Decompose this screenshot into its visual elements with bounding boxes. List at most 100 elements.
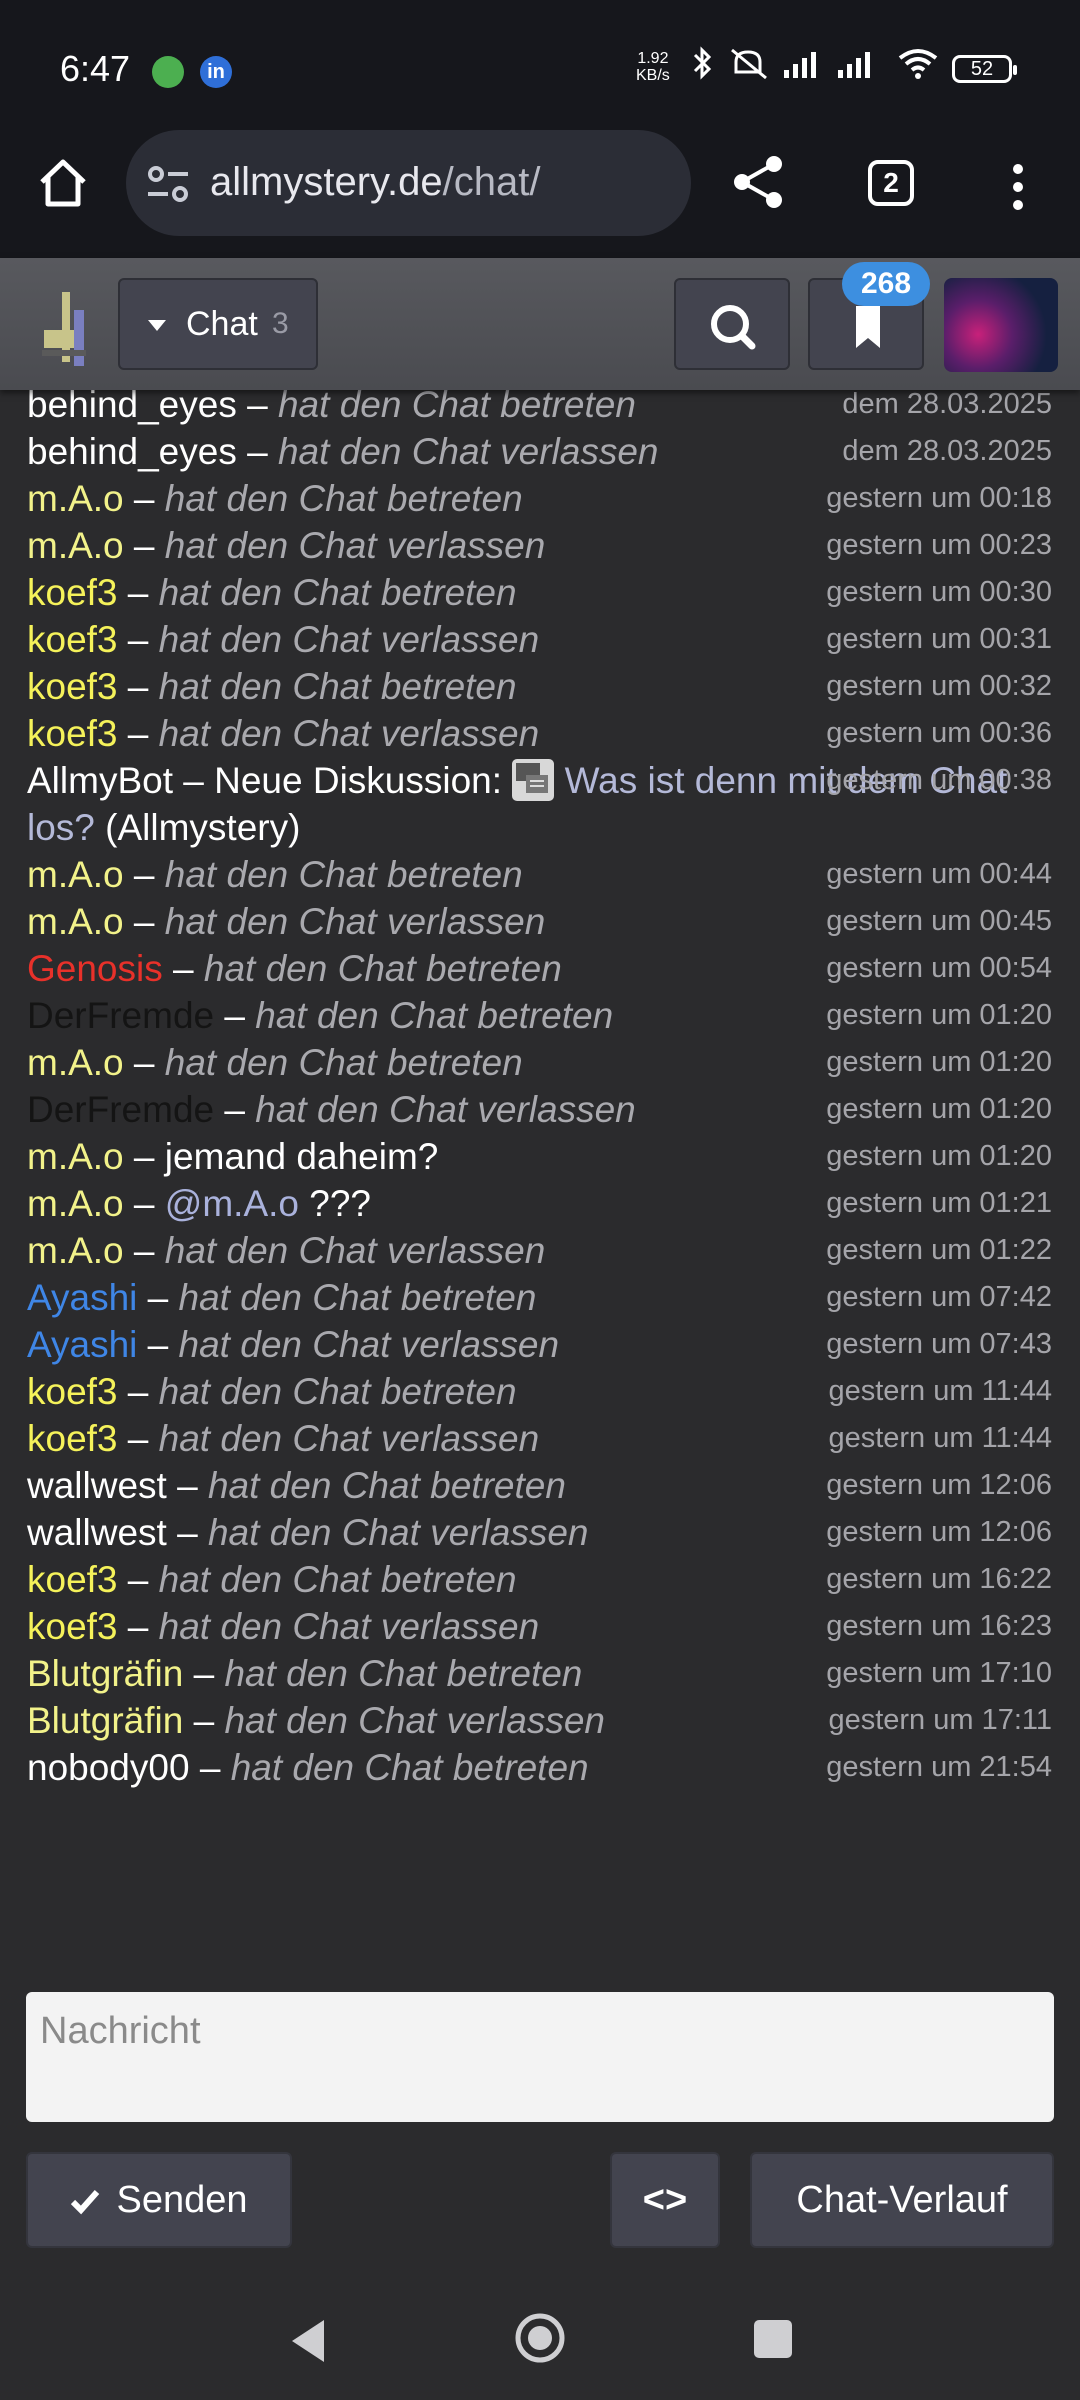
chat-action-text: hat den Chat betreten — [224, 1653, 583, 1694]
site-settings-icon[interactable] — [146, 164, 190, 204]
chat-message-text: jemand daheim? — [164, 1136, 439, 1177]
message-timestamp: dem 28.03.2025 — [842, 435, 1052, 467]
chat-username[interactable]: koef3 — [27, 1606, 118, 1647]
chat-username[interactable]: koef3 — [27, 1371, 118, 1412]
chat-dropdown[interactable]: Chat 3 — [118, 278, 318, 370]
chat-username[interactable]: nobody00 — [27, 1747, 190, 1788]
code-button[interactable]: <> — [610, 2152, 720, 2248]
message-timestamp: gestern um 00:18 — [826, 482, 1052, 514]
chat-action-text: hat den Chat verlassen — [164, 1230, 546, 1271]
separator: – — [123, 854, 165, 895]
chat-username[interactable]: m.A.o — [27, 1136, 124, 1177]
chat-username[interactable]: m.A.o — [27, 854, 124, 895]
message-timestamp: gestern um 07:43 — [826, 1328, 1052, 1360]
chat-username[interactable]: Blutgräfin — [27, 1700, 183, 1741]
chat-username[interactable]: koef3 — [27, 619, 118, 660]
chat-message: nobody00 – hat den Chat betreten gestern … — [27, 1744, 1057, 1791]
message-timestamp: gestern um 07:42 — [826, 1281, 1052, 1313]
chat-username[interactable]: DerFremde — [27, 1089, 214, 1130]
chat-username[interactable]: Ayashi — [27, 1277, 137, 1318]
chat-message: koef3 – hat den Chat verlassen gestern um… — [27, 710, 1057, 757]
chat-action-text: hat den Chat betreten — [164, 1042, 523, 1083]
chat-username[interactable]: koef3 — [27, 1559, 118, 1600]
chat-username[interactable]: wallwest — [27, 1512, 167, 1553]
recents-icon[interactable] — [754, 2320, 792, 2358]
chat-username[interactable]: DerFremde — [27, 995, 214, 1036]
chat-username[interactable]: m.A.o — [27, 1183, 124, 1224]
message-timestamp: gestern um 21:54 — [826, 1751, 1052, 1783]
separator: – — [117, 1418, 159, 1459]
chat-username[interactable]: behind_eyes — [27, 431, 237, 472]
chat-action-text: hat den Chat betreten — [158, 1371, 517, 1412]
chat-username[interactable]: wallwest — [27, 1465, 167, 1506]
back-icon[interactable] — [288, 2318, 328, 2364]
mute-icon — [731, 48, 767, 80]
chat-message: Blutgräfin – hat den Chat betreten gester… — [27, 1650, 1057, 1697]
chat-action-text: hat den Chat betreten — [158, 1559, 517, 1600]
send-button[interactable]: Senden — [26, 2152, 292, 2248]
chat-message: koef3 – hat den Chat verlassen gestern um… — [27, 1415, 1057, 1462]
chat-username[interactable]: m.A.o — [27, 478, 124, 519]
chat-username[interactable]: Ayashi — [27, 1324, 137, 1365]
wifi-icon — [898, 49, 938, 79]
chat-dropdown-label: Chat — [186, 305, 258, 343]
message-input[interactable] — [26, 1992, 1054, 2122]
chat-history-button[interactable]: Chat-Verlauf — [750, 2152, 1054, 2248]
separator: – — [214, 1089, 256, 1130]
more-options-icon[interactable] — [1006, 164, 1030, 210]
chat-message: m.A.o – hat den Chat betreten gestern um … — [27, 1039, 1057, 1086]
separator: – — [117, 1371, 159, 1412]
browser-toolbar: allmystery.de/chat/ 2 — [0, 130, 1080, 258]
site-header: Chat 3 268 — [0, 258, 1080, 390]
chat-username[interactable]: AllmyBot — [27, 760, 173, 801]
chat-username[interactable]: m.A.o — [27, 1230, 124, 1271]
chat-username[interactable]: Blutgräfin — [27, 1653, 183, 1694]
chat-message: m.A.o – hat den Chat betreten gestern um … — [27, 475, 1057, 522]
message-timestamp: gestern um 17:10 — [826, 1657, 1052, 1689]
search-button[interactable] — [674, 278, 790, 370]
chat-username[interactable]: m.A.o — [27, 525, 124, 566]
chat-action-text: hat den Chat betreten — [255, 995, 614, 1036]
message-timestamp: gestern um 00:45 — [826, 905, 1052, 937]
chat-username[interactable]: koef3 — [27, 1418, 118, 1459]
chat-username[interactable]: behind_eyes — [27, 384, 237, 425]
message-timestamp: gestern um 00:30 — [826, 576, 1052, 608]
separator: – — [117, 572, 159, 613]
chat-action-text: hat den Chat verlassen — [224, 1700, 605, 1741]
chat-username[interactable]: m.A.o — [27, 1042, 124, 1083]
home-nav-icon[interactable] — [514, 2312, 566, 2364]
network-speed-value: 1.92 — [637, 50, 669, 67]
user-avatar[interactable] — [944, 278, 1058, 372]
tab-switcher-button[interactable]: 2 — [868, 160, 914, 206]
chat-message: koef3 – hat den Chat betreten gestern um … — [27, 1368, 1057, 1415]
chat-username[interactable]: koef3 — [27, 666, 118, 707]
chat-action-text: hat den Chat verlassen — [158, 1418, 540, 1459]
bluetooth-icon — [693, 46, 712, 80]
check-icon — [71, 2190, 100, 2215]
separator: – — [117, 1559, 159, 1600]
separator: – — [166, 1465, 208, 1506]
chat-username[interactable]: m.A.o — [27, 901, 124, 942]
url-text[interactable]: allmystery.de/chat/ — [210, 160, 541, 205]
separator: – — [123, 1230, 165, 1271]
separator: – — [123, 901, 165, 942]
separator: – — [189, 1747, 231, 1788]
message-timestamp: gestern um 00:32 — [826, 670, 1052, 702]
status-bar: 6:47 in 1.92 KB/s 52 — [0, 0, 1080, 130]
chat-message: behind_eyes – hat den Chat verlassen dem … — [27, 428, 1057, 475]
allmystery-logo[interactable] — [36, 286, 92, 372]
chat-username[interactable]: Genosis — [27, 948, 163, 989]
message-timestamp: gestern um 01:21 — [826, 1187, 1052, 1219]
chat-username[interactable]: koef3 — [27, 713, 118, 754]
message-timestamp: gestern um 11:44 — [828, 1375, 1052, 1407]
chat-username[interactable]: koef3 — [27, 572, 118, 613]
address-bar[interactable]: allmystery.de/chat/ — [126, 130, 691, 236]
share-icon[interactable] — [730, 152, 788, 212]
message-timestamp: gestern um 01:20 — [826, 1140, 1052, 1172]
chat-message: wallwest – hat den Chat verlassen gestern… — [27, 1509, 1057, 1556]
user-mention[interactable]: @m.A.o — [165, 1183, 299, 1224]
home-icon[interactable] — [36, 156, 90, 210]
chat-message: m.A.o – @m.A.o ??? gestern um 01:21 — [27, 1180, 1057, 1227]
chat-action-text: hat den Chat betreten — [230, 1747, 589, 1788]
chat-message: m.A.o – hat den Chat verlassen gestern um… — [27, 1227, 1057, 1274]
